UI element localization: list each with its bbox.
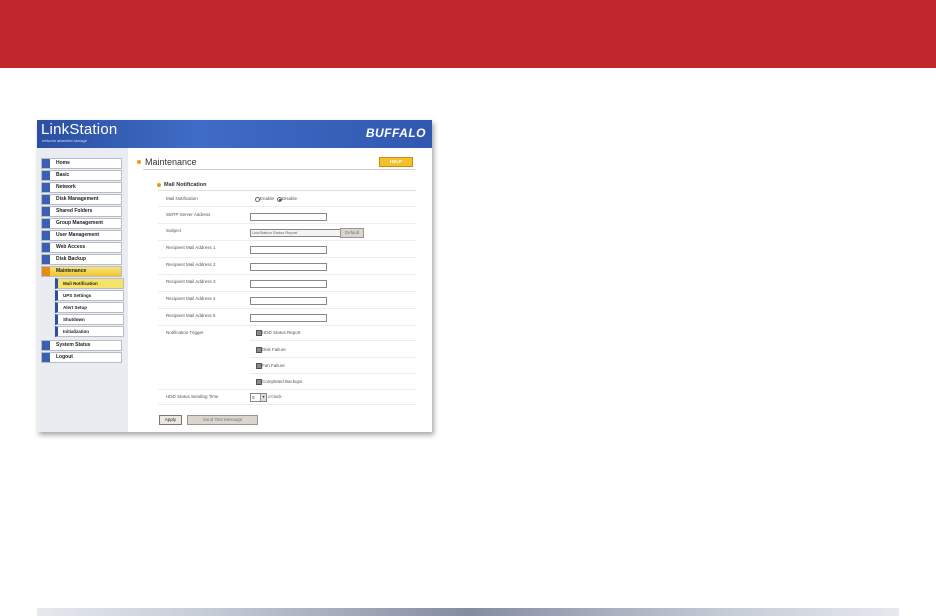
chevron-down-icon: ▼	[260, 394, 266, 401]
basic-icon	[42, 171, 50, 180]
sidebar-item-network[interactable]: Network	[41, 182, 122, 193]
hdd-status-report-label: HDD Status Report	[262, 330, 301, 335]
bottom-gradient-bar	[37, 608, 899, 616]
section-divider	[158, 190, 416, 191]
help-button[interactable]: HELP	[379, 157, 413, 167]
row-divider	[158, 389, 416, 390]
sidebar-item-disk-management[interactable]: Disk Management	[41, 194, 122, 205]
recipient-3-input[interactable]	[250, 280, 327, 288]
subitem-initialization[interactable]: Initialization	[55, 326, 124, 337]
sidebar-item-logout[interactable]: Logout	[41, 352, 122, 363]
sidebar-item-maintenance[interactable]: Maintenance	[41, 266, 122, 277]
row-divider	[250, 340, 416, 341]
sidebar-item-disk-backup[interactable]: Disk Backup	[41, 254, 122, 265]
title-divider	[143, 169, 415, 170]
top-banner	[0, 0, 936, 68]
user-icon	[42, 231, 50, 240]
linkstation-screenshot: LinkStation network attached storage BUF…	[37, 120, 432, 432]
notification-trigger-label: Notification Trigger	[166, 330, 204, 335]
linkstation-tagline: network attached storage	[42, 138, 87, 143]
row-divider	[158, 325, 416, 326]
send-time-select[interactable]: 0 ▼	[250, 393, 267, 402]
section-title: Mail Notification	[164, 182, 207, 188]
status-icon	[42, 341, 50, 350]
sidebar-item-basic[interactable]: Basic	[41, 170, 122, 181]
row-divider	[158, 257, 416, 258]
row-divider	[250, 373, 416, 374]
row-divider	[158, 223, 416, 224]
sidebar: Home Basic Network Disk Management Share…	[37, 148, 128, 432]
row-divider	[158, 291, 416, 292]
subitem-ups-settings[interactable]: UPS Settings	[55, 290, 124, 301]
smtp-server-input[interactable]	[250, 213, 327, 221]
home-icon	[42, 159, 50, 168]
send-time-suffix: o'clock	[268, 394, 282, 399]
enable-radio-label: Enable	[260, 196, 275, 201]
sidebar-item-system-status[interactable]: System Status	[41, 340, 122, 351]
completed-backups-label: Completed Backups	[262, 379, 303, 384]
fan-failure-label: Fan Failure	[262, 363, 285, 368]
recipient-2-input[interactable]	[250, 263, 327, 271]
recipient-3-label: Recipient Mail Address 3	[166, 279, 216, 284]
smtp-label: SMTP Server Address	[166, 212, 211, 217]
main-panel: Maintenance HELP Mail Notification Mail …	[128, 148, 432, 432]
recipient-5-input[interactable]	[250, 314, 327, 322]
subitem-alert-setup[interactable]: Alert Setup	[55, 302, 124, 313]
sidebar-item-user-management[interactable]: User Management	[41, 230, 122, 241]
recipient-4-input[interactable]	[250, 297, 327, 305]
title-bullet-icon	[137, 160, 141, 164]
logout-icon	[42, 353, 50, 362]
row-divider	[250, 357, 416, 358]
recipient-2-label: Recipient Mail Address 2	[166, 262, 216, 267]
recipient-5-label: Recipient Mail Address 5	[166, 313, 216, 318]
section-bullet-icon	[157, 183, 161, 187]
recipient-1-input[interactable]	[250, 246, 327, 254]
disk-failure-label: Disk Failure	[262, 347, 286, 352]
sidebar-item-shared-folders[interactable]: Shared Folders	[41, 206, 122, 217]
web-icon	[42, 243, 50, 252]
page-title: Maintenance	[145, 157, 197, 167]
sidebar-item-group-management[interactable]: Group Management	[41, 218, 122, 229]
recipient-4-label: Recipient Mail Address 4	[166, 296, 216, 301]
mail-notification-label: Mail Notification	[166, 196, 198, 201]
network-icon	[42, 183, 50, 192]
tools-icon	[42, 267, 50, 276]
group-icon	[42, 219, 50, 228]
disable-radio-label: Disable	[282, 196, 298, 201]
subitem-mail-notification[interactable]: Mail Notification	[55, 278, 124, 289]
recipient-1-label: Recipient Mail Address 1	[166, 245, 216, 250]
buffalo-logo: BUFFALO	[365, 126, 426, 140]
linkstation-logo: LinkStation	[41, 121, 118, 138]
apply-button[interactable]: Apply	[159, 415, 182, 425]
sidebar-item-home[interactable]: Home	[41, 158, 122, 169]
subject-label: Subject	[166, 228, 182, 233]
subitem-shutdown[interactable]: Shutdown	[55, 314, 124, 325]
row-divider	[158, 274, 416, 275]
row-divider	[158, 308, 416, 309]
send-time-label: HDD Status Sending Time	[166, 394, 219, 399]
send-test-message-button[interactable]: Send Test Message	[187, 415, 258, 425]
backup-icon	[42, 255, 50, 264]
disk-icon	[42, 195, 50, 204]
row-divider	[158, 206, 416, 207]
row-divider	[158, 404, 416, 405]
folder-icon	[42, 207, 50, 216]
subject-input[interactable]: LinkStation Status Report	[250, 229, 341, 237]
row-divider	[158, 240, 416, 241]
app-header: LinkStation network attached storage BUF…	[37, 120, 432, 148]
sidebar-item-web-access[interactable]: Web Access	[41, 242, 122, 253]
default-button[interactable]: Default	[340, 228, 364, 238]
